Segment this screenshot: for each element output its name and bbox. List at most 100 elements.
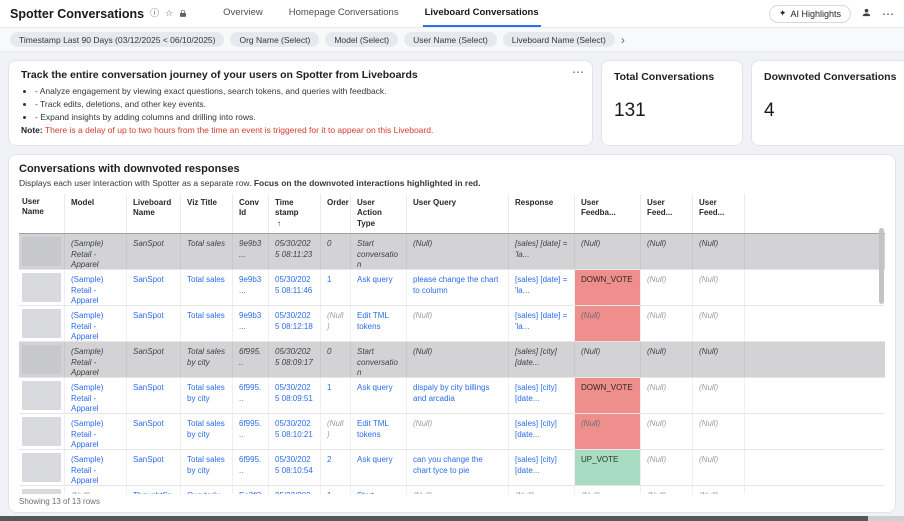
cell-liveboard-name[interactable]: SanSpot <box>127 450 181 485</box>
cell-response[interactable]: [sales] [city] [date... <box>509 414 575 449</box>
cell-model[interactable]: (Sample) Retail - Apparel <box>65 306 127 341</box>
cell-user-action-type[interactable]: Ask query <box>351 378 407 413</box>
cell-user-query[interactable]: (Null) <box>407 234 509 269</box>
cell-user-query[interactable]: (Null) <box>407 414 509 449</box>
tab-overview[interactable]: Overview <box>221 0 265 27</box>
cell-user-feedback[interactable]: DOWN_VOTE <box>575 378 641 413</box>
cell-response[interactable]: [sales] [date] = 'la... <box>509 270 575 305</box>
column-header[interactable]: Time stamp↑ <box>269 194 321 233</box>
cell-user-feedback[interactable]: (Null) <box>575 486 641 494</box>
cell-user-feedback-2[interactable]: (Null) <box>641 378 693 413</box>
tab-homepage-conversations[interactable]: Homepage Conversations <box>287 0 401 27</box>
tab-liveboard-conversations[interactable]: Liveboard Conversations <box>423 0 541 27</box>
cell-user-feedback-3[interactable]: (Null) <box>693 378 745 413</box>
cell-user-name[interactable] <box>19 486 65 494</box>
cell-viz-title[interactable]: Total sales by city <box>181 414 233 449</box>
cell-timestamp[interactable]: 05/30/2025 08:09:51 <box>269 378 321 413</box>
cell-model[interactable]: (Null) <box>65 486 127 494</box>
cell-user-feedback-2[interactable]: (Null) <box>641 342 693 377</box>
cell-user-feedback[interactable]: (Null) <box>575 414 641 449</box>
column-header[interactable]: User Action Type <box>351 194 407 233</box>
cell-viz-title[interactable]: Total sales by city <box>181 342 233 377</box>
cell-user-name[interactable] <box>19 234 65 269</box>
cell-order[interactable]: (Null) <box>321 414 351 449</box>
cell-user-feedback-3[interactable]: (Null) <box>693 486 745 494</box>
cell-conv-id[interactable]: 9e9b3... <box>233 270 269 305</box>
cell-order[interactable]: 2 <box>321 450 351 485</box>
cell-user-action-type[interactable]: Ask query <box>351 450 407 485</box>
cell-conv-id[interactable]: Ee3fO... <box>233 486 269 494</box>
cell-viz-title[interactable]: Quarterly Revenue <box>181 486 233 494</box>
filter-pill[interactable]: Timestamp Last 90 Days (03/12/2025 < 06/… <box>10 32 224 47</box>
cell-user-feedback-2[interactable]: (Null) <box>641 450 693 485</box>
cell-liveboard-name[interactable]: ThoughtSpot Revenue <box>127 486 181 494</box>
cell-user-query[interactable]: dispaly by city billings and arcadia <box>407 378 509 413</box>
cell-user-feedback[interactable]: UP_VOTE <box>575 450 641 485</box>
cell-viz-title[interactable]: Total sales <box>181 306 233 341</box>
column-header[interactable]: User Feed... <box>693 194 745 233</box>
cell-user-feedback-3[interactable]: (Null) <box>693 342 745 377</box>
cell-response[interactable]: [sales] [city] [date... <box>509 342 575 377</box>
cell-user-feedback-2[interactable]: (Null) <box>641 414 693 449</box>
cell-user-name[interactable] <box>19 270 65 305</box>
column-header[interactable]: Response <box>509 194 575 233</box>
cell-model[interactable]: (Sample) Retail - Apparel <box>65 414 127 449</box>
cell-user-feedback-3[interactable]: (Null) <box>693 414 745 449</box>
cell-timestamp[interactable]: 05/30/2025 08:10:21 <box>269 414 321 449</box>
cell-user-name[interactable] <box>19 414 65 449</box>
column-header[interactable]: Conv Id <box>233 194 269 233</box>
cell-user-name[interactable] <box>19 378 65 413</box>
table-row[interactable]: (Sample) Retail - ApparelSanSpotTotal sa… <box>19 450 885 486</box>
cell-user-query[interactable]: (Null) <box>407 486 509 494</box>
cell-user-query[interactable]: can you change the chart tyce to pie <box>407 450 509 485</box>
table-row[interactable]: (Sample) Retail - ApparelSanSpotTotal sa… <box>19 378 885 414</box>
cell-model[interactable]: (Sample) Retail - Apparel <box>65 270 127 305</box>
info-icon[interactable]: ⓘ <box>150 9 159 18</box>
cell-timestamp[interactable]: 05/22/2025 18:55:24 <box>269 486 321 494</box>
cell-user-feedback[interactable]: (Null) <box>575 306 641 341</box>
filter-pill[interactable]: Org Name (Select) <box>230 32 319 47</box>
cell-response[interactable]: [sales] [city] [date... <box>509 450 575 485</box>
table-row[interactable]: (Sample) Retail - ApparelSanSpotTotal sa… <box>19 234 885 270</box>
cell-user-feedback-3[interactable]: (Null) <box>693 270 745 305</box>
horizontal-scrollbar[interactable] <box>0 516 868 521</box>
cell-model[interactable]: (Sample) Retail - Apparel <box>65 342 127 377</box>
ai-highlights-button[interactable]: ✦ AI Highlights <box>769 5 851 23</box>
column-header[interactable]: Order <box>321 194 351 233</box>
cell-user-feedback-3[interactable]: (Null) <box>693 234 745 269</box>
cell-timestamp[interactable]: 05/30/2025 08:10:54 <box>269 450 321 485</box>
cell-user-feedback-3[interactable]: (Null) <box>693 306 745 341</box>
cell-conv-id[interactable]: 9e9b3... <box>233 306 269 341</box>
cell-user-feedback-2[interactable]: (Null) <box>641 306 693 341</box>
table-row[interactable]: (Sample) Retail - ApparelSanSpotTotal sa… <box>19 306 885 342</box>
cell-viz-title[interactable]: Total sales <box>181 270 233 305</box>
column-header[interactable]: User Name <box>19 194 65 233</box>
cell-liveboard-name[interactable]: SanSpot <box>127 414 181 449</box>
cell-viz-title[interactable]: Total sales by city <box>181 450 233 485</box>
column-header[interactable]: Liveboard Name <box>127 194 181 233</box>
cell-user-action-type[interactable]: Edit TML tokens <box>351 306 407 341</box>
cell-user-feedback-2[interactable]: (Null) <box>641 486 693 494</box>
info-card-more-button[interactable]: ⋯ <box>572 65 584 79</box>
cell-conv-id[interactable]: 6f995... <box>233 414 269 449</box>
table-row[interactable]: (Sample) Retail - ApparelSanSpotTotal sa… <box>19 414 885 450</box>
cell-conv-id[interactable]: 9e9b3... <box>233 234 269 269</box>
cell-liveboard-name[interactable]: SanSpot <box>127 306 181 341</box>
cell-user-feedback[interactable]: (Null) <box>575 342 641 377</box>
cell-user-query[interactable]: (Null) <box>407 342 509 377</box>
cell-user-action-type[interactable]: Start conversation <box>351 486 407 494</box>
cell-user-action-type[interactable]: Ask query <box>351 270 407 305</box>
cell-user-action-type[interactable]: Start conversation <box>351 234 407 269</box>
cell-response[interactable]: [sales] [date] = 'la... <box>509 234 575 269</box>
cell-order[interactable]: 1 <box>321 486 351 494</box>
cell-user-query[interactable]: (Null) <box>407 306 509 341</box>
cell-conv-id[interactable]: 6f995... <box>233 342 269 377</box>
cell-user-action-type[interactable]: Start conversation <box>351 342 407 377</box>
cell-response[interactable]: [sales] [city] [date... <box>509 378 575 413</box>
cell-user-feedback-3[interactable]: (Null) <box>693 450 745 485</box>
table-row[interactable]: (Sample) Retail - ApparelSanSpotTotal sa… <box>19 270 885 306</box>
filter-pill[interactable]: Model (Select) <box>325 32 398 47</box>
cell-liveboard-name[interactable]: SanSpot <box>127 378 181 413</box>
more-menu-button[interactable]: ⋯ <box>882 7 894 21</box>
cell-response[interactable]: (Null) <box>509 486 575 494</box>
